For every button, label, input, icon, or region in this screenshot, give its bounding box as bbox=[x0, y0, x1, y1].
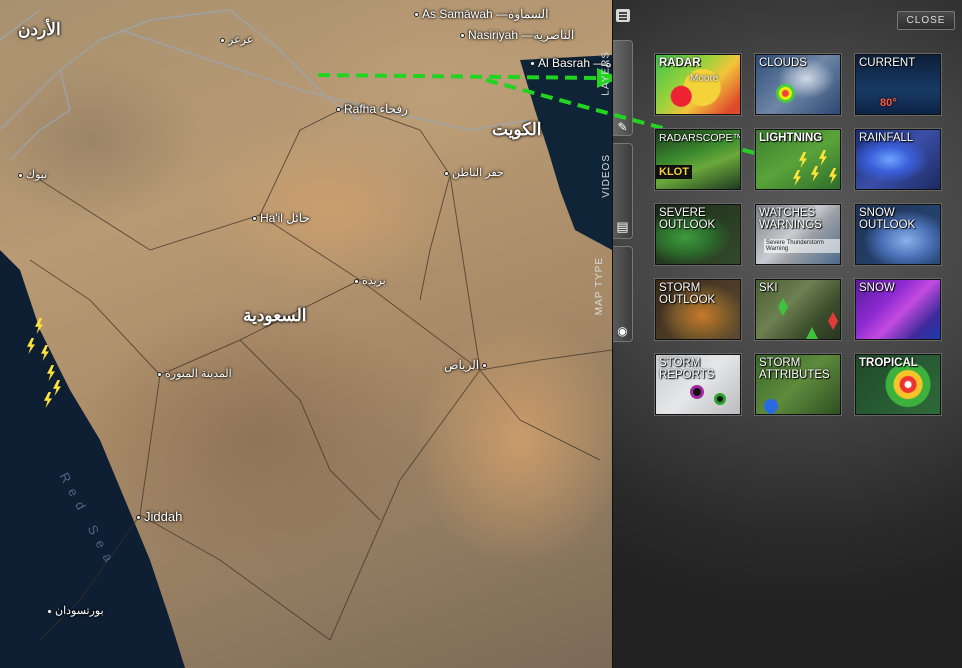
label-al-basrah: Al Basrah —ة bbox=[530, 56, 612, 70]
label-saudi-arabia: السعودية bbox=[243, 306, 307, 325]
label-arar: عرعر bbox=[220, 33, 253, 46]
label-jiddah: Jiddah bbox=[136, 509, 182, 524]
label-hail: Ha'il حائل bbox=[252, 211, 310, 225]
tile-tropical-label: TROPICAL bbox=[859, 357, 918, 369]
tile-storm-outlook-label: STORM OUTLOOK bbox=[659, 282, 716, 306]
tile-storm-attributes[interactable]: STORM ATTRIBUTES bbox=[755, 354, 841, 415]
tile-storm-reports[interactable]: STORM REPORTS bbox=[655, 354, 741, 415]
map-overlay bbox=[0, 9, 612, 668]
tile-rainfall[interactable]: RAINFALL bbox=[855, 129, 941, 190]
layers-icon: ✎ bbox=[617, 120, 628, 134]
tab-videos[interactable]: VIDEOS ▤ bbox=[601, 143, 633, 239]
film-icon: ▤ bbox=[616, 219, 629, 234]
lightning-bolt-icon bbox=[811, 166, 819, 182]
lightning-bolt-icon bbox=[819, 150, 827, 166]
ski-red-diamond-icon bbox=[828, 312, 838, 330]
report-marker-icon bbox=[714, 393, 726, 405]
tab-layers[interactable]: LAYERS ✎ bbox=[600, 40, 633, 136]
tab-map-type[interactable]: MAP TYPE ◉ bbox=[593, 246, 633, 342]
tile-clouds-label: CLOUDS bbox=[759, 57, 807, 69]
tile-lightning[interactable]: LIGHTNING bbox=[755, 129, 841, 190]
label-port-sudan: بورتسودان bbox=[47, 604, 104, 617]
tile-radarscope[interactable]: RADARSCOPE™ KLOT bbox=[655, 129, 741, 190]
tile-snow-label: SNOW bbox=[859, 282, 895, 294]
tile-snow-outlook-label: SNOW OUTLOOK bbox=[859, 207, 916, 231]
tile-radar[interactable]: RADAR Moore bbox=[655, 54, 741, 115]
label-tabuk: تبوك bbox=[18, 168, 47, 181]
tile-radarscope-label: RADARSCOPE™ bbox=[659, 132, 741, 144]
tile-current[interactable]: CURRENT 80° bbox=[855, 54, 941, 115]
tile-storm-attributes-label: STORM ATTRIBUTES bbox=[759, 357, 830, 381]
close-button[interactable]: CLOSE bbox=[897, 11, 955, 30]
label-riyadh: الرياض bbox=[444, 358, 488, 372]
raindrop-icon bbox=[761, 396, 781, 414]
tile-current-label: CURRENT bbox=[859, 57, 916, 69]
globe-icon: ◉ bbox=[617, 324, 628, 338]
tile-severe-outlook[interactable]: SEVERE OUTLOOK bbox=[655, 204, 741, 265]
tile-clouds[interactable]: CLOUDS bbox=[755, 54, 841, 115]
tile-current-temp: 80° bbox=[880, 97, 897, 109]
tile-severe-outlook-label: SEVERE OUTLOOK bbox=[659, 207, 716, 231]
tile-ski-label: SKI bbox=[759, 282, 778, 294]
tile-radar-town: Moore bbox=[690, 73, 719, 84]
tab-map-type-label: MAP TYPE bbox=[593, 257, 605, 316]
map-view[interactable]: الأردن As Samāwah —السماوة عرعر Nasiriya… bbox=[0, 0, 612, 668]
tile-snow[interactable]: SNOW bbox=[855, 279, 941, 340]
tile-rainfall-label: RAINFALL bbox=[859, 132, 914, 144]
tile-storm-reports-label: STORM REPORTS bbox=[659, 357, 715, 381]
report-marker-icon bbox=[690, 385, 704, 399]
tile-ski[interactable]: SKI bbox=[755, 279, 841, 340]
tile-radarscope-station: KLOT bbox=[656, 165, 692, 179]
label-madinah: المدينة المنورة bbox=[157, 367, 232, 380]
tile-watches-warnings-label: WATCHES WARNINGS bbox=[759, 207, 822, 231]
tile-snow-outlook[interactable]: SNOW OUTLOOK bbox=[855, 204, 941, 265]
borders bbox=[0, 9, 531, 161]
tile-radar-label: RADAR bbox=[659, 57, 701, 69]
tab-videos-label: VIDEOS bbox=[600, 154, 612, 198]
ski-green-diamond-icon bbox=[778, 298, 788, 316]
label-buraydah: بريدة bbox=[354, 274, 386, 287]
tile-watches-warnings[interactable]: WATCHES WARNINGS Severe Thunderstorm War… bbox=[755, 204, 841, 265]
tile-tropical[interactable]: TROPICAL bbox=[855, 354, 941, 415]
label-jordan: الأردن bbox=[18, 20, 61, 39]
tile-lightning-label: LIGHTNING bbox=[759, 132, 823, 144]
label-rafha: Rafha رفحاء bbox=[336, 102, 408, 116]
lightning-bolt-icon bbox=[799, 152, 807, 168]
tile-storm-outlook[interactable]: STORM OUTLOOK bbox=[655, 279, 741, 340]
tile-watches-warning-text: Severe Thunderstorm Warning bbox=[764, 239, 840, 253]
label-hafar-al-batin: حفر الباطن bbox=[444, 166, 504, 179]
lightning-bolt-icon bbox=[793, 170, 801, 186]
label-kuwait: الكويت bbox=[492, 120, 542, 139]
tab-layers-label: LAYERS bbox=[600, 51, 612, 96]
menu-icon[interactable] bbox=[616, 9, 630, 22]
ski-green-triangle-icon bbox=[806, 327, 818, 339]
label-nasiriyah: Nasiriyah —الناصرية bbox=[460, 28, 574, 42]
lightning-bolt-icon bbox=[829, 168, 837, 184]
label-as-samawah: As Samāwah —السماوة bbox=[414, 7, 548, 21]
